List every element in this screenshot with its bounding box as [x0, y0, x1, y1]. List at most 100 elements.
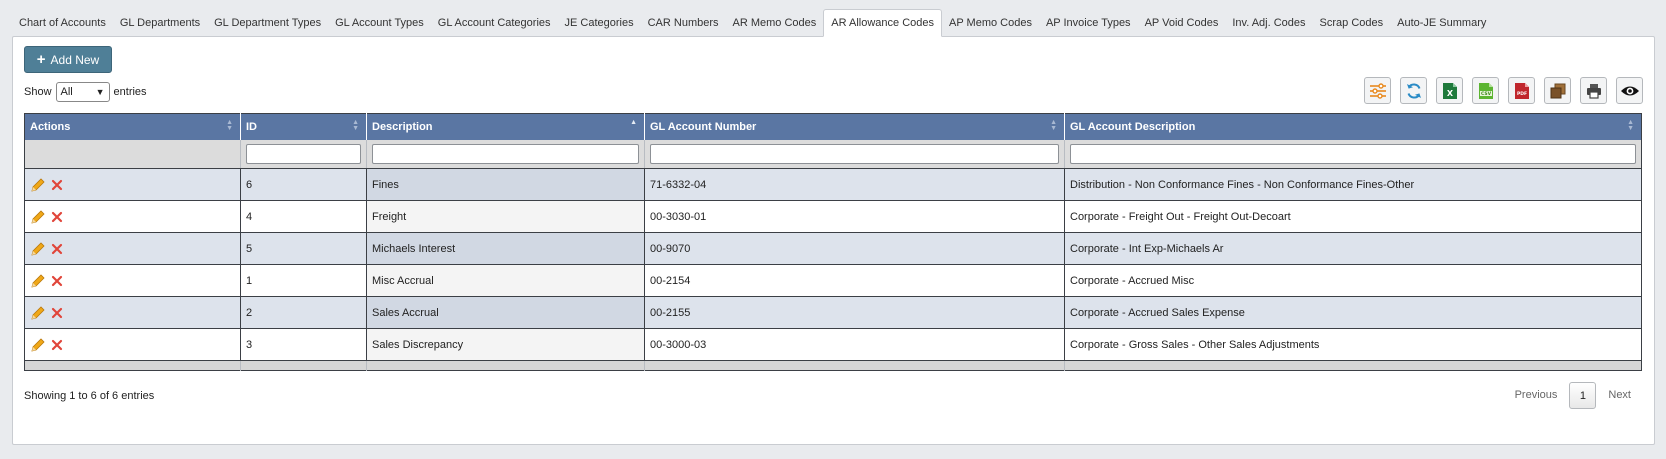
page-length-select[interactable]: All ▼	[55, 82, 110, 102]
delete-x-icon[interactable]	[51, 339, 63, 351]
svg-text:X: X	[1446, 89, 1453, 98]
filter-cell-description	[366, 139, 645, 169]
tab-je-categories[interactable]: JE Categories	[558, 10, 641, 36]
description-cell: Sales Discrepancy	[366, 328, 645, 361]
row-actions	[30, 337, 235, 353]
edit-pencil-icon[interactable]	[30, 209, 46, 225]
next-page-button[interactable]: Next	[1596, 382, 1643, 409]
description-cell: Sales Accrual	[366, 296, 645, 329]
print-button[interactable]	[1580, 77, 1607, 104]
id-cell: 6	[240, 168, 367, 201]
pagination: Previous 1 Next	[1503, 382, 1643, 409]
view-button[interactable]	[1616, 77, 1643, 104]
column-header-description[interactable]: Description ▲	[366, 113, 645, 140]
tab-bar: Chart of Accounts GL Departments GL Depart…	[12, 9, 1493, 37]
edit-pencil-icon[interactable]	[30, 273, 46, 289]
tab-gl-account-categories[interactable]: GL Account Categories	[431, 10, 558, 36]
delete-x-icon[interactable]	[51, 243, 63, 255]
sort-icon: ▲ ▼	[352, 119, 359, 132]
add-new-label: Add New	[50, 52, 100, 67]
gl-account-number-cell: 00-2154	[644, 264, 1065, 297]
edit-pencil-icon[interactable]	[30, 241, 46, 257]
gl-account-number-filter-input[interactable]	[650, 143, 1059, 164]
tab-ap-invoice-types[interactable]: AP Invoice Types	[1039, 10, 1138, 36]
column-header-gl-account-number[interactable]: GL Account Number ▲ ▼	[644, 113, 1065, 140]
gl-account-description-cell: Corporate - Accrued Misc	[1064, 264, 1642, 297]
actions-cell	[24, 328, 241, 361]
tab-gl-account-types[interactable]: GL Account Types	[328, 10, 431, 36]
previous-page-button[interactable]: Previous	[1503, 382, 1570, 409]
export-excel-button[interactable]: X	[1436, 77, 1463, 104]
actions-cell	[24, 232, 241, 265]
sort-icon: ▲ ▼	[1627, 119, 1634, 132]
table-body: 6 Fines 71-6332-04 Distribution - Non Confo…	[24, 168, 1642, 361]
table-footer-cell	[24, 360, 241, 371]
description-filter-input[interactable]	[372, 143, 639, 164]
gl-account-number-cell: 00-3030-01	[644, 200, 1065, 233]
edit-pencil-icon[interactable]	[30, 337, 46, 353]
page-length-value: All	[60, 86, 73, 98]
table-row: 6 Fines 71-6332-04 Distribution - Non Confo…	[24, 168, 1642, 201]
column-settings-button[interactable]	[1364, 77, 1391, 104]
filter-cell-gl-description	[1064, 139, 1642, 169]
column-header-id[interactable]: ID ▲ ▼	[240, 113, 367, 140]
sort-asc-icon: ▲	[630, 119, 637, 126]
filter-row	[24, 139, 1642, 169]
tab-ap-memo-codes[interactable]: AP Memo Codes	[942, 10, 1039, 36]
id-cell: 2	[240, 296, 367, 329]
gl-account-number-cell: 00-2155	[644, 296, 1065, 329]
tab-car-numbers[interactable]: CAR Numbers	[641, 10, 726, 36]
column-header-gl-account-description[interactable]: GL Account Description ▲ ▼	[1064, 113, 1642, 140]
actions-cell	[24, 296, 241, 329]
delete-x-icon[interactable]	[51, 275, 63, 287]
tab-scrap-codes[interactable]: Scrap Codes	[1313, 10, 1391, 36]
gl-account-description-cell: Corporate - Gross Sales - Other Sales Ad…	[1064, 328, 1642, 361]
filter-cell-gl-number	[644, 139, 1065, 169]
description-cell: Fines	[366, 168, 645, 201]
csv-icon: CSV	[1478, 82, 1493, 99]
row-actions	[30, 209, 235, 225]
copy-button[interactable]	[1544, 77, 1571, 104]
tab-ap-void-codes[interactable]: AP Void Codes	[1138, 10, 1226, 36]
column-header-label: GL Account Description	[1070, 120, 1196, 133]
refresh-button[interactable]	[1400, 77, 1427, 104]
delete-x-icon[interactable]	[51, 179, 63, 191]
table-footer-cell	[240, 360, 367, 371]
edit-pencil-icon[interactable]	[30, 305, 46, 321]
pdf-icon: PDF	[1514, 82, 1529, 99]
tab-ar-allowance-codes[interactable]: AR Allowance Codes	[823, 9, 943, 37]
page-1-button[interactable]: 1	[1569, 382, 1597, 409]
table-row: 5 Michaels Interest 00-9070 Corporate - Int…	[24, 232, 1642, 265]
copy-icon	[1550, 83, 1565, 98]
edit-pencil-icon[interactable]	[30, 177, 46, 193]
delete-x-icon[interactable]	[51, 307, 63, 319]
add-new-button[interactable]: + Add New	[24, 46, 112, 73]
gl-account-description-filter-input[interactable]	[1070, 143, 1636, 164]
tab-chart-of-accounts[interactable]: Chart of Accounts	[12, 10, 113, 36]
export-csv-button[interactable]: CSV	[1472, 77, 1499, 104]
tab-auto-je-summary[interactable]: Auto-JE Summary	[1390, 10, 1493, 36]
row-actions	[30, 305, 235, 321]
table-row: 2 Sales Accrual 00-2155 Corporate - Accrued…	[24, 296, 1642, 329]
id-filter-input[interactable]	[246, 143, 361, 164]
filter-cell-actions	[24, 139, 241, 169]
tab-inv-adj-codes[interactable]: Inv. Adj. Codes	[1225, 10, 1312, 36]
gl-account-number-cell: 00-3000-03	[644, 328, 1065, 361]
id-cell: 1	[240, 264, 367, 297]
table-toolbar: X CSV PDF	[1364, 77, 1643, 104]
tab-gl-department-types[interactable]: GL Department Types	[207, 10, 328, 36]
tab-ar-memo-codes[interactable]: AR Memo Codes	[726, 10, 824, 36]
id-cell: 3	[240, 328, 367, 361]
show-label: Show	[24, 86, 52, 98]
row-actions	[30, 273, 235, 289]
gl-account-description-cell: Corporate - Int Exp-Michaels Ar	[1064, 232, 1642, 265]
export-pdf-button[interactable]: PDF	[1508, 77, 1535, 104]
row-actions	[30, 177, 235, 193]
sliders-icon	[1369, 82, 1386, 99]
column-header-actions[interactable]: Actions ▲ ▼	[24, 113, 241, 140]
delete-x-icon[interactable]	[51, 211, 63, 223]
gl-account-description-cell: Distribution - Non Conformance Fines - N…	[1064, 168, 1642, 201]
tab-gl-departments[interactable]: GL Departments	[113, 10, 207, 36]
table-footer-cell	[366, 360, 645, 371]
table-row: 3 Sales Discrepancy 00-3000-03 Corporate - …	[24, 328, 1642, 361]
